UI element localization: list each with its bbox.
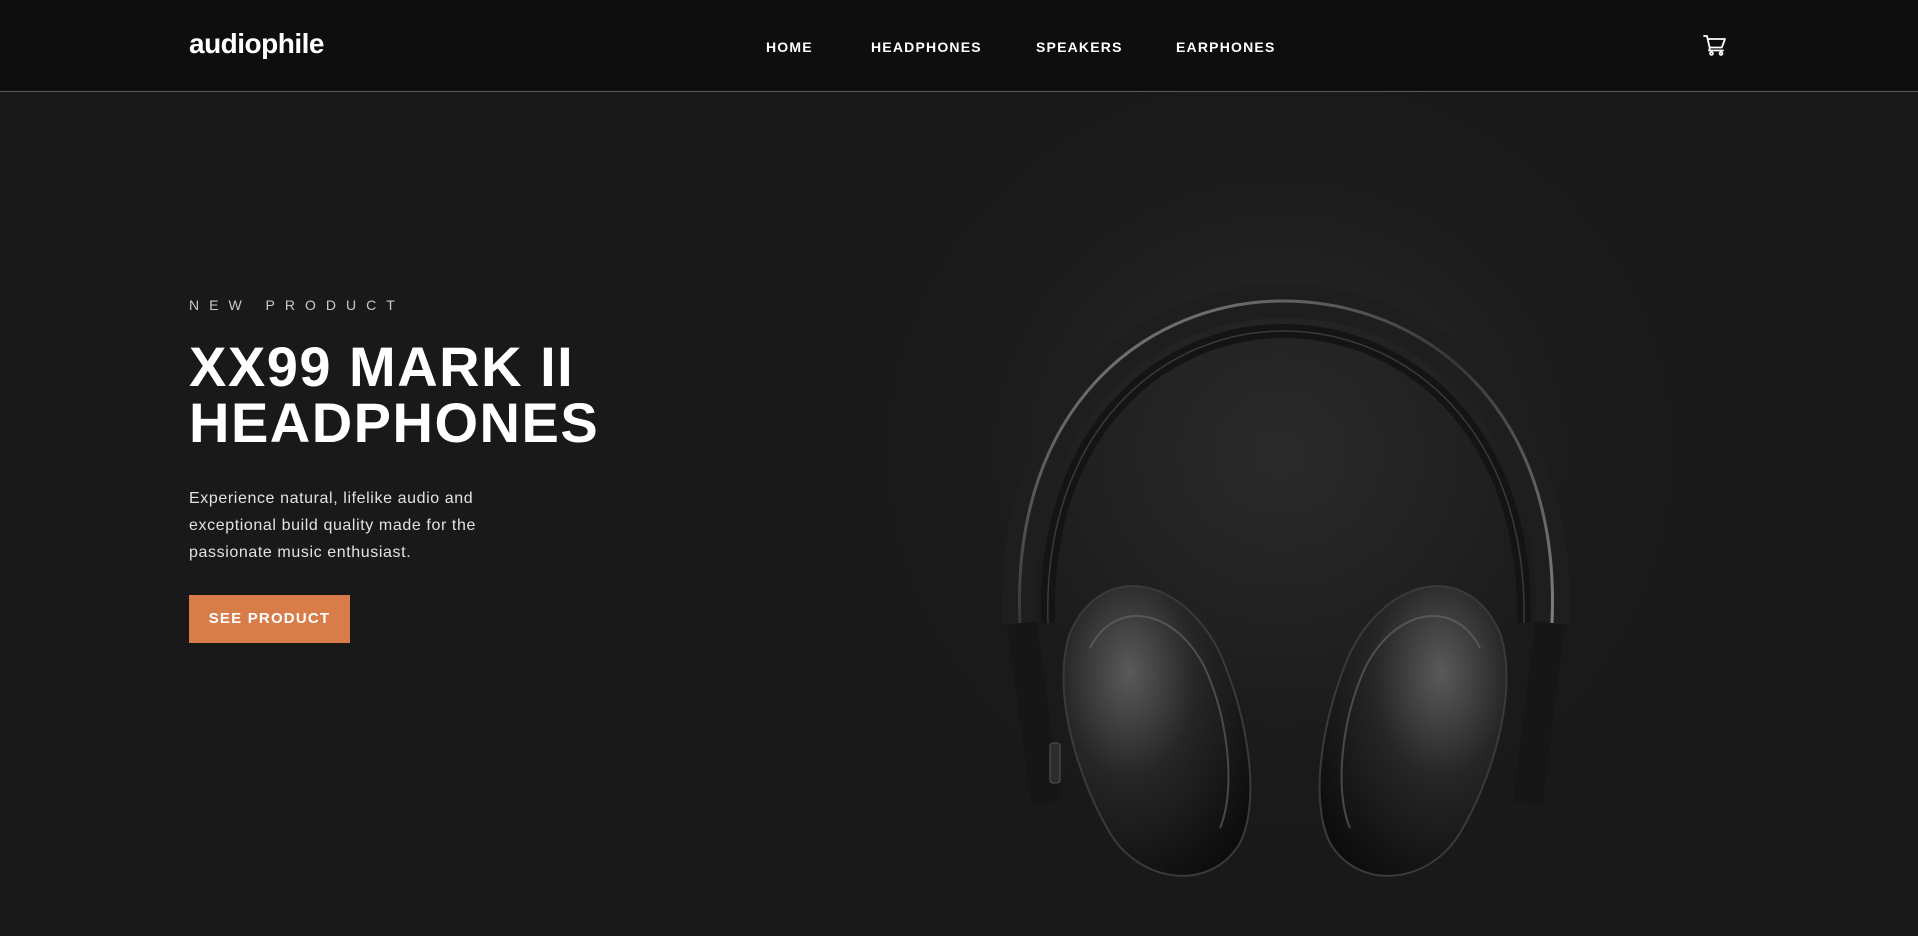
nav-link-headphones[interactable]: HEADPHONES bbox=[871, 38, 982, 56]
page: audiophile HOME HEADPHONES SPEAKERS EARP… bbox=[0, 0, 1918, 936]
hero-section: NEW PRODUCT XX99 MARK II HEADPHONES Expe… bbox=[0, 93, 1918, 936]
headphones-image bbox=[950, 203, 1650, 903]
hero-description-line: passionate music enthusiast. bbox=[189, 544, 412, 561]
nav-link-earphones[interactable]: EARPHONES bbox=[1176, 38, 1275, 56]
cart-icon[interactable] bbox=[1703, 34, 1727, 56]
site-header: audiophile HOME HEADPHONES SPEAKERS EARP… bbox=[0, 0, 1918, 92]
nav-link-home[interactable]: HOME bbox=[766, 38, 813, 56]
hero-description-line: Experience natural, lifelike audio and bbox=[189, 490, 474, 507]
hero-description-line: exceptional build quality made for the bbox=[189, 517, 476, 534]
hero-title: XX99 MARK II HEADPHONES bbox=[189, 339, 709, 451]
hero-overline: NEW PRODUCT bbox=[189, 297, 405, 313]
hero-title-line: XX99 MARK II bbox=[189, 335, 575, 398]
see-product-button[interactable]: SEE PRODUCT bbox=[189, 595, 350, 643]
hero-description: Experience natural, lifelike audio and e… bbox=[189, 485, 549, 566]
hero-title-line: HEADPHONES bbox=[189, 391, 600, 454]
main-nav: HOME HEADPHONES SPEAKERS EARPHONES bbox=[0, 38, 1918, 56]
nav-link-speakers[interactable]: SPEAKERS bbox=[1036, 38, 1123, 56]
